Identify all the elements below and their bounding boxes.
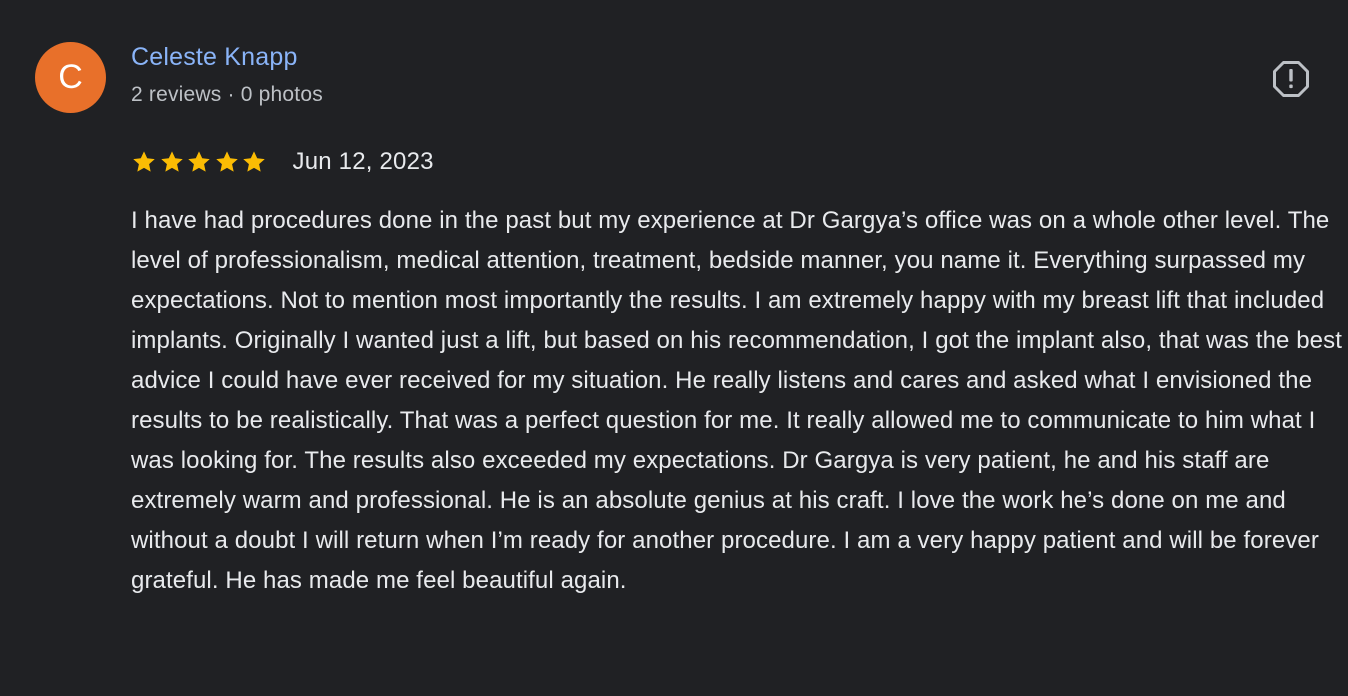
star-icon — [214, 149, 240, 175]
rating-row: Jun 12, 2023 — [131, 146, 434, 178]
review-text: I have had procedures done in the past b… — [131, 207, 1342, 594]
author-meta: 2 reviews · 0 photos — [131, 83, 323, 106]
author-name[interactable]: Celeste Knapp — [131, 43, 298, 72]
star-icon — [159, 149, 185, 175]
report-flag-icon — [1273, 61, 1309, 97]
star-icon — [186, 149, 212, 175]
star-icon — [131, 149, 157, 175]
avatar[interactable]: C — [35, 42, 106, 113]
star-rating — [131, 149, 269, 175]
review-date: Jun 12, 2023 — [292, 148, 434, 175]
star-icon — [241, 149, 267, 175]
report-button[interactable] — [1270, 58, 1312, 100]
